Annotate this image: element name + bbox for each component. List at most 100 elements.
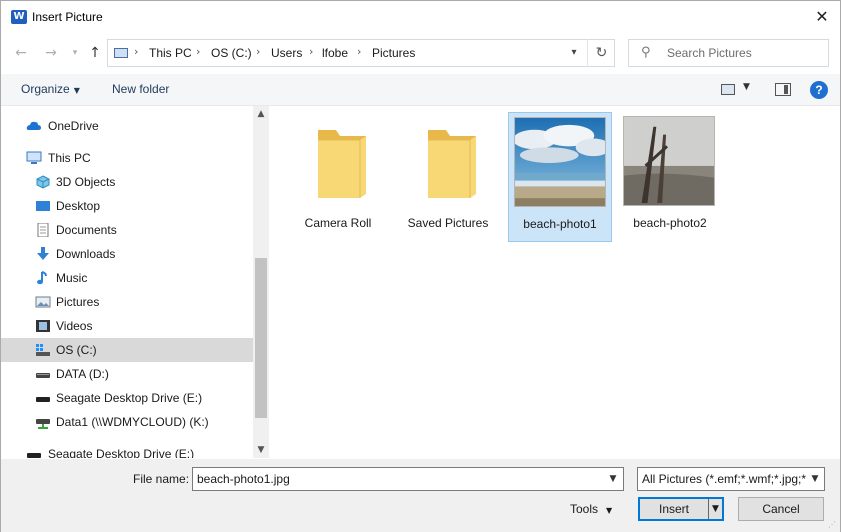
insert-label: Insert	[658, 502, 689, 516]
breadcrumb-separator-icon: ›	[357, 45, 362, 58]
sidebar-item-label: 3D Objects	[56, 175, 116, 189]
breadcrumb-os-c[interactable]: OS (C:)	[211, 46, 252, 60]
sidebar-item-os-c[interactable]: OS (C:)	[1, 338, 253, 362]
sidebar-item-3d-objects[interactable]: 3D Objects	[1, 170, 253, 194]
drive-icon	[36, 397, 50, 402]
sidebar-item-label: Desktop	[56, 199, 101, 213]
chevron-down-icon: ▼	[73, 86, 80, 95]
insert-options-chevron-icon[interactable]: ▼	[708, 499, 722, 519]
file-item-beach-photo1[interactable]: beach-photo1	[508, 112, 612, 242]
search-box[interactable]: ⚲	[628, 39, 829, 67]
file-item-beach-photo2[interactable]: beach-photo2	[618, 112, 722, 242]
breadcrumb-pictures[interactable]: Pictures	[372, 46, 415, 60]
sidebar-item-this-pc[interactable]: This PC	[1, 146, 253, 170]
download-arrow-icon	[37, 247, 49, 260]
recent-locations-chevron-icon[interactable]: ▾	[65, 43, 85, 63]
scroll-down-chevron-icon[interactable]: ▼	[253, 442, 268, 458]
sidebar-item-seagate-e-root[interactable]: Seagate Desktop Drive (E:)	[1, 442, 253, 458]
file-item-label: beach-photo2	[633, 216, 707, 230]
breadcrumb-user-folder[interactable]: lfobe	[322, 46, 348, 60]
file-item-camera-roll[interactable]: Camera Roll	[286, 112, 390, 242]
sidebar-item-label: Music	[56, 271, 88, 285]
title-bar: W Insert Picture ✕	[1, 1, 840, 33]
drive-icon	[27, 453, 41, 458]
resize-grip-icon[interactable]: ⋰	[828, 520, 838, 530]
dialog-title: Insert Picture	[32, 10, 103, 24]
cube-icon	[36, 175, 50, 189]
file-item-label: Camera Roll	[304, 216, 372, 230]
sidebar-item-data1-k[interactable]: Data1 (\\WDMYCLOUD) (K:)	[1, 410, 253, 434]
sidebar-item-music[interactable]: Music	[1, 266, 253, 290]
sidebar-item-label: DATA (D:)	[56, 367, 109, 381]
image-thumbnail	[623, 116, 715, 206]
search-input[interactable]	[667, 45, 822, 61]
up-arrow-icon[interactable]: ↑	[85, 43, 105, 63]
navigation-pane: OneDrive This PC 3D Objects Desktop Docu…	[1, 106, 269, 458]
breadcrumb-separator-icon: ›	[309, 45, 314, 58]
sidebar-item-label: Downloads	[56, 247, 116, 261]
sidebar-item-label: Videos	[56, 319, 93, 333]
sidebar-scrollbar[interactable]: ▲ ▼	[253, 106, 268, 458]
sidebar-item-label: Documents	[56, 223, 117, 237]
sidebar-item-pictures[interactable]: Pictures	[1, 290, 253, 314]
organize-menu-button[interactable]: Organize ▼	[21, 82, 80, 96]
back-arrow-icon[interactable]: ←	[11, 43, 31, 63]
sidebar-item-label: Pictures	[56, 295, 100, 309]
sidebar-item-videos[interactable]: Videos	[1, 314, 253, 338]
folder-icon	[318, 130, 366, 198]
view-options-chevron-icon[interactable]: ▼	[743, 82, 750, 92]
sidebar-item-label: Seagate Desktop Drive (E:)	[56, 391, 203, 405]
image-thumbnail	[514, 117, 606, 207]
forward-arrow-icon[interactable]: →	[41, 43, 61, 63]
sidebar-item-downloads[interactable]: Downloads	[1, 242, 253, 266]
breadcrumb-users[interactable]: Users	[271, 46, 302, 60]
drive-icon	[36, 373, 50, 378]
chevron-down-icon: ▼	[606, 506, 613, 515]
network-drive-icon	[36, 419, 50, 429]
chevron-down-icon[interactable]: ▼	[603, 468, 623, 490]
cloud-icon	[26, 121, 41, 130]
insert-button[interactable]: Insert ▼	[638, 497, 724, 521]
help-icon[interactable]: ?	[810, 81, 828, 99]
scroll-up-chevron-icon[interactable]: ▲	[253, 106, 268, 122]
film-icon	[36, 320, 50, 332]
address-bar[interactable]: › This PC › OS (C:) › Users › lfobe › Pi…	[107, 39, 615, 67]
insert-picture-dialog: W Insert Picture ✕ ← → ▾ ↑ › This PC › O…	[0, 0, 841, 532]
file-item-label: Saved Pictures	[407, 216, 489, 230]
breadcrumb-this-pc[interactable]: This PC	[149, 46, 192, 60]
file-name-field[interactable]	[197, 471, 597, 487]
folder-icon	[428, 130, 476, 198]
sidebar-item-documents[interactable]: Documents	[1, 218, 253, 242]
this-pc-icon	[114, 48, 128, 58]
sidebar-item-onedrive[interactable]: OneDrive	[1, 114, 253, 138]
sidebar-item-seagate-e[interactable]: Seagate Desktop Drive (E:)	[1, 386, 253, 410]
breadcrumb-separator-icon: ›	[196, 45, 201, 58]
file-item-saved-pictures[interactable]: Saved Pictures	[396, 112, 500, 242]
file-name-combobox[interactable]: ▼	[192, 467, 624, 491]
breadcrumb-separator-icon: ›	[134, 45, 139, 58]
computer-icon	[26, 151, 42, 164]
navigation-bar: ← → ▾ ↑ › This PC › OS (C:) › Users › lf…	[1, 35, 840, 71]
tools-menu-button[interactable]: Tools ▼	[570, 502, 612, 516]
sidebar-item-desktop[interactable]: Desktop	[1, 194, 253, 218]
address-history-chevron-icon[interactable]: ▾	[562, 40, 586, 66]
word-app-icon: W	[11, 10, 27, 24]
sidebar-item-data-d[interactable]: DATA (D:)	[1, 362, 253, 386]
file-type-filter-select[interactable]: All Pictures (*.emf;*.wmf;*.jpg;* ▼	[637, 467, 825, 491]
close-icon[interactable]: ✕	[812, 7, 832, 27]
sidebar-item-label: OneDrive	[48, 119, 99, 133]
preview-pane-icon[interactable]	[775, 83, 791, 96]
chevron-down-icon[interactable]: ▼	[806, 468, 824, 490]
dialog-footer: File name: ▼ All Pictures (*.emf;*.wmf;*…	[1, 459, 840, 532]
sidebar-item-label: Seagate Desktop Drive (E:)	[48, 447, 195, 458]
change-view-icon[interactable]	[721, 84, 735, 95]
organize-label: Organize	[21, 82, 70, 96]
desktop-icon	[36, 201, 50, 211]
refresh-icon[interactable]: ↻	[587, 39, 615, 67]
sidebar-item-label: OS (C:)	[56, 343, 97, 357]
sidebar-item-label: This PC	[48, 151, 91, 165]
new-folder-button[interactable]: New folder	[112, 82, 169, 96]
scrollbar-thumb[interactable]	[255, 258, 267, 418]
file-item-label: beach-photo1	[523, 217, 597, 231]
cancel-button[interactable]: Cancel	[738, 497, 824, 521]
